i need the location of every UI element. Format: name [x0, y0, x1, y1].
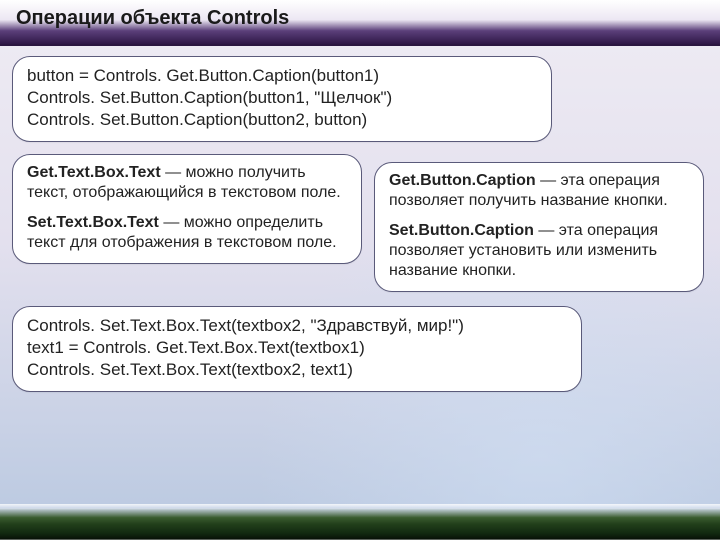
paragraph: Set.Button.Caption — эта операция позвол…	[389, 221, 689, 281]
textbox-left: Get.Text.Box.Text — можно получить текст…	[12, 154, 362, 264]
code-line: button = Controls. Get.Button.Caption(bu…	[27, 65, 537, 87]
slide-header: Операции объекта Controls	[0, 0, 720, 46]
middle-row: Get.Text.Box.Text — можно получить текст…	[12, 154, 708, 292]
term-bold: Get.Text.Box.Text	[27, 164, 161, 181]
term-bold: Set.Text.Box.Text	[27, 214, 159, 231]
term-bold: Get.Button.Caption	[389, 172, 536, 189]
code-line: Controls. Set.Button.Caption(button2, bu…	[27, 109, 537, 131]
slide: Операции объекта Controls button = Contr…	[0, 0, 720, 540]
paragraph: Set.Text.Box.Text — можно определить тек…	[27, 213, 347, 253]
code-line: text1 = Controls. Get.Text.Box.Text(text…	[27, 337, 567, 359]
term-bold: Set.Button.Caption	[389, 222, 534, 239]
code-box-top: button = Controls. Get.Button.Caption(bu…	[12, 56, 552, 142]
code-line: Controls. Set.Text.Box.Text(textbox2, te…	[27, 359, 567, 381]
slide-title: Операции объекта Controls	[16, 4, 704, 32]
paragraph: Get.Button.Caption — эта операция позвол…	[389, 171, 689, 211]
code-line: Controls. Set.Text.Box.Text(textbox2, "З…	[27, 315, 567, 337]
code-box-bottom: Controls. Set.Text.Box.Text(textbox2, "З…	[12, 306, 582, 392]
footer-bar	[0, 508, 720, 540]
paragraph: Get.Text.Box.Text — можно получить текст…	[27, 163, 347, 203]
code-line: Controls. Set.Button.Caption(button1, "Щ…	[27, 87, 537, 109]
slide-content: button = Controls. Get.Button.Caption(bu…	[0, 46, 720, 392]
textbox-right: Get.Button.Caption — эта операция позвол…	[374, 162, 704, 292]
